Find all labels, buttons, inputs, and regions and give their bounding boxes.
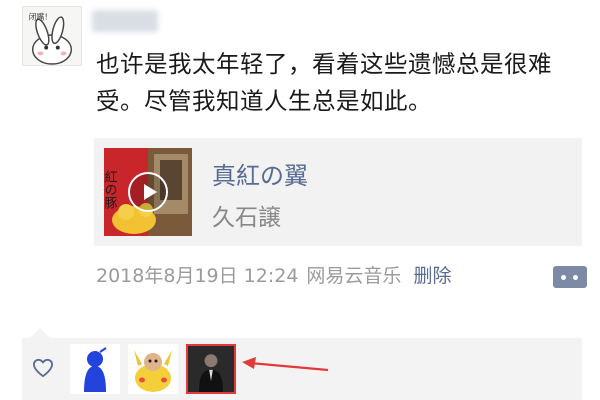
cartoon-rabbit-avatar: 闭嘴！: [23, 7, 81, 65]
blue-silhouette-avatar: [70, 344, 120, 394]
delete-link[interactable]: 删除: [413, 265, 451, 287]
heart-icon: [33, 358, 53, 378]
post-timestamp: 2018年8月19日 12:24: [96, 265, 299, 287]
pikachu-avatar: [128, 344, 178, 394]
post-meta: 2018年8月19日 12:24 网易云音乐 删除: [96, 262, 459, 290]
post-text: 也许是我太年轻了，看着这些遗憾总是很难受。尽管我知道人生总是如此。: [96, 50, 552, 115]
username-blurred[interactable]: [92, 10, 158, 32]
liker-avatar[interactable]: [70, 344, 120, 394]
cover-title: 紅の豚: [104, 170, 117, 209]
user-avatar[interactable]: 闭嘴！: [22, 6, 82, 66]
likes-bar-caret: [30, 328, 50, 338]
song-artist: 久石譲: [212, 205, 281, 231]
liker-avatar[interactable]: [128, 344, 178, 394]
man-in-suit-avatar: [188, 346, 234, 392]
annotation-arrow-icon: [242, 357, 329, 372]
song-title[interactable]: 真紅の翼: [212, 156, 308, 191]
post-source: 网易云音乐: [306, 265, 402, 287]
play-icon[interactable]: [128, 172, 168, 212]
album-cover[interactable]: 紅の豚: [104, 148, 192, 236]
more-dots-icon[interactable]: [553, 266, 587, 288]
liker-avatar-highlighted[interactable]: [186, 344, 236, 394]
shared-music-card[interactable]: 紅の豚 真紅の翼 久石譲: [94, 138, 582, 246]
